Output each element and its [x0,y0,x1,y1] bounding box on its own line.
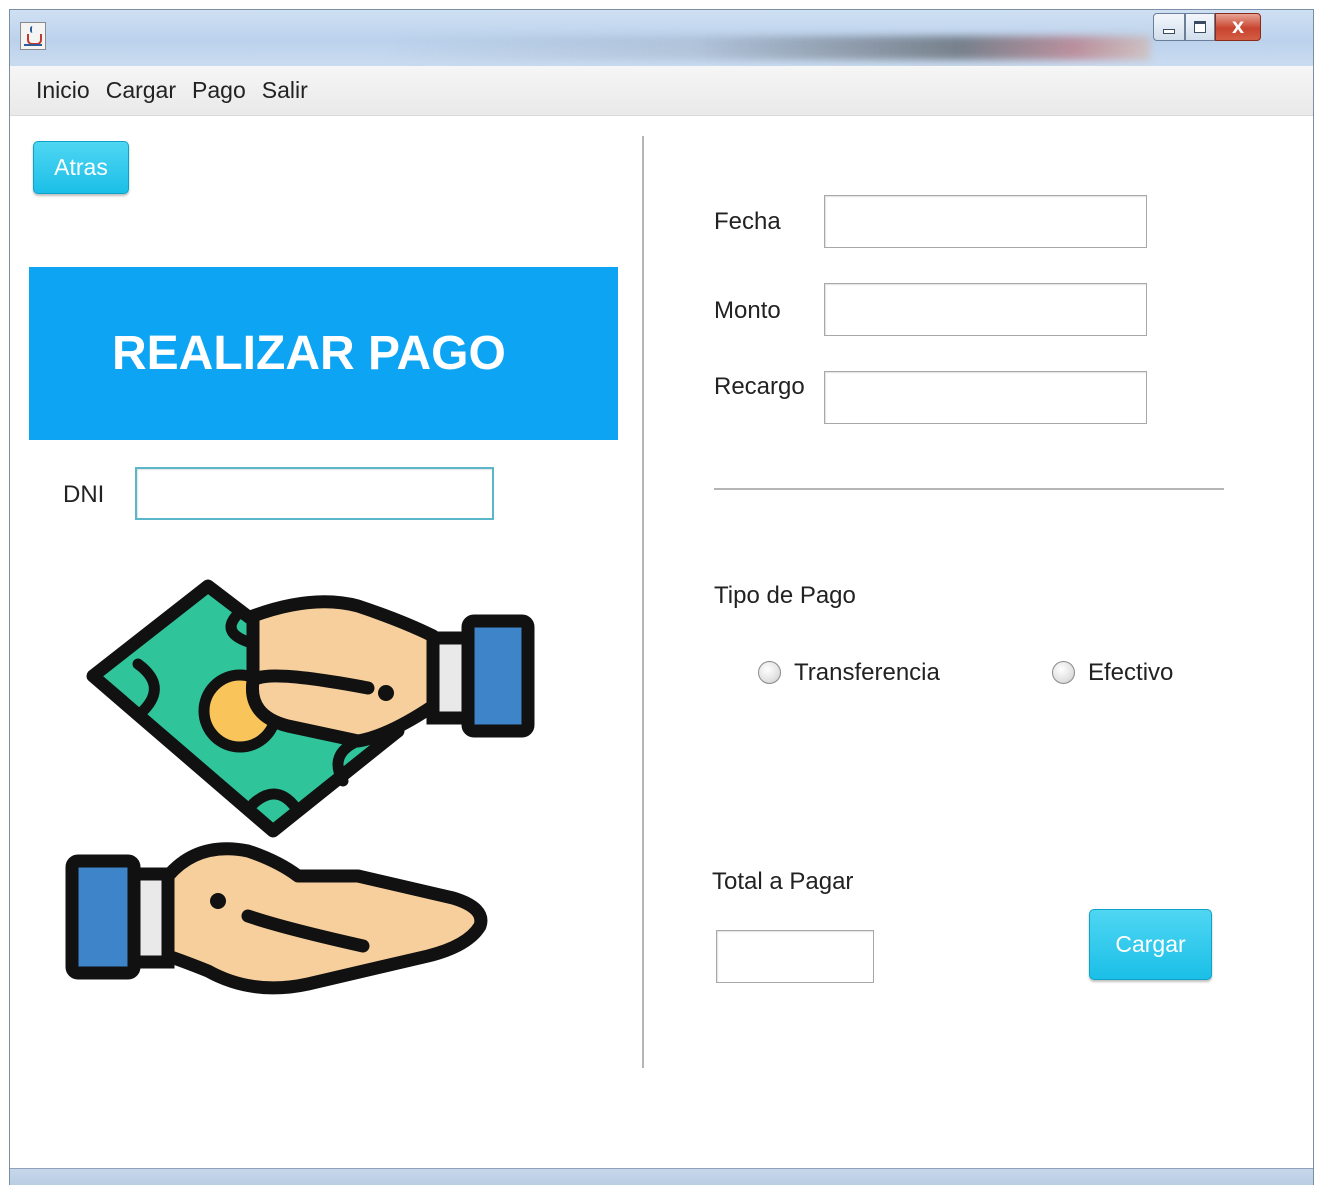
fecha-input[interactable] [824,195,1147,248]
window-bottom-border [10,1168,1313,1185]
menu-pago[interactable]: Pago [192,77,246,104]
maximize-button[interactable] [1185,13,1215,41]
page-title-banner: REALIZAR PAGO [29,267,618,440]
recargo-input[interactable] [824,371,1147,424]
recargo-label: Recargo [714,373,805,400]
maximize-icon [1194,21,1206,33]
payment-type-label: Tipo de Pago [714,582,856,609]
menu-bar: Inicio Cargar Pago Salir [10,66,1313,116]
dni-input[interactable] [135,467,494,520]
vertical-divider [642,136,644,1068]
title-bar: X [10,10,1313,66]
cargar-button[interactable]: Cargar [1089,909,1212,980]
horizontal-divider [714,488,1224,490]
close-icon: X [1231,17,1245,37]
transferencia-radio[interactable] [758,661,781,684]
close-button[interactable]: X [1215,13,1261,41]
total-label: Total a Pagar [712,868,854,895]
minimize-button[interactable] [1153,13,1185,41]
total-output [716,930,874,983]
transferencia-label[interactable]: Transferencia [794,659,940,687]
fecha-label: Fecha [714,208,781,235]
efectivo-radio[interactable] [1052,661,1075,684]
hand-giving-money-icon [65,579,535,995]
app-window: X Inicio Cargar Pago Salir Atras REALIZA… [9,9,1314,1185]
monto-input[interactable] [824,283,1147,336]
page-title: REALIZAR PAGO [112,327,506,380]
java-app-icon [20,22,46,50]
menu-salir[interactable]: Salir [262,77,308,104]
menu-cargar[interactable]: Cargar [106,77,176,104]
efectivo-label[interactable]: Efectivo [1088,659,1173,687]
minimize-icon [1163,28,1175,34]
monto-label: Monto [714,297,781,324]
dni-label: DNI [63,481,105,508]
content-panel: Atras REALIZAR PAGO DNI Fecha Monto Reca… [10,116,1313,1168]
back-button[interactable]: Atras [33,141,129,194]
title-bar-background [390,36,1150,60]
menu-inicio[interactable]: Inicio [36,77,90,104]
